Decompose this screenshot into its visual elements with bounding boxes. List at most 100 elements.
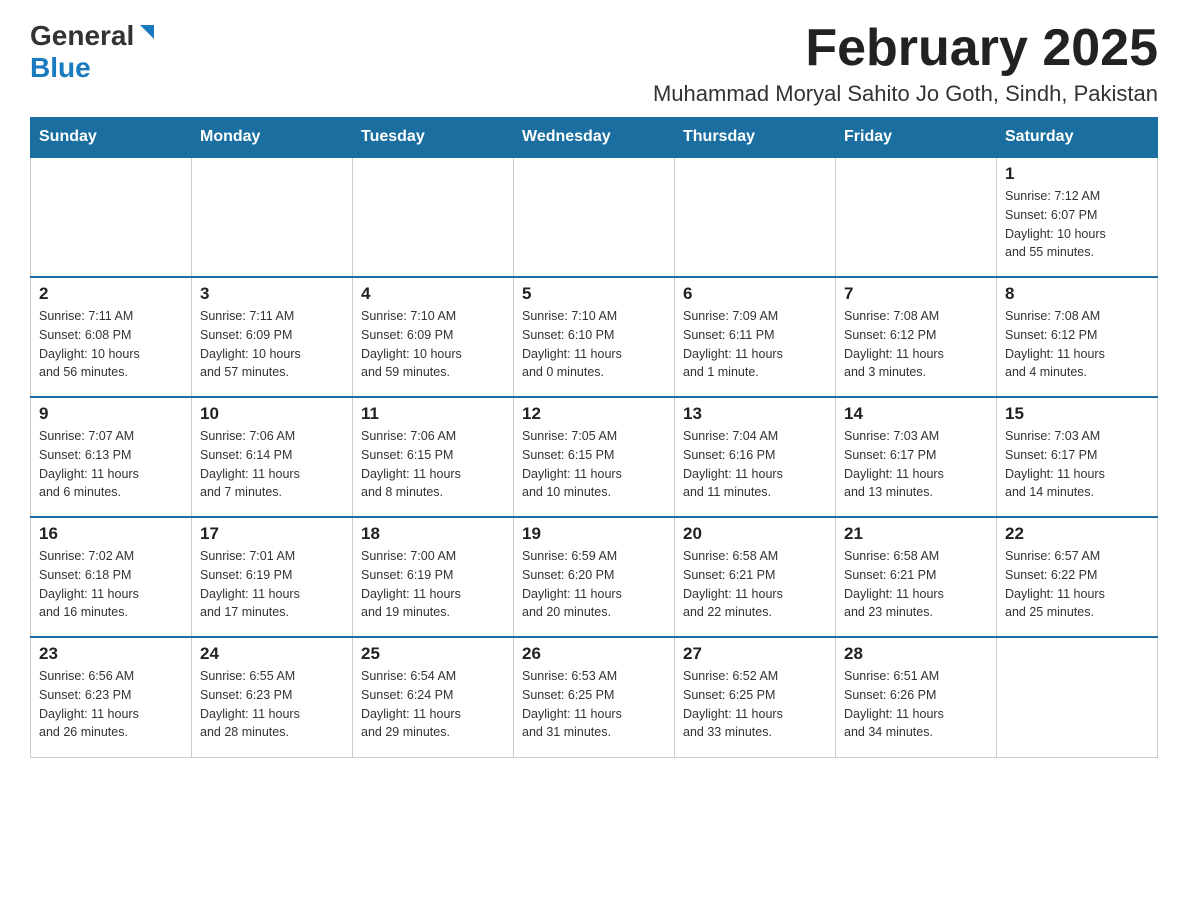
day-info: Sunrise: 7:05 AMSunset: 6:15 PMDaylight:… — [522, 427, 666, 502]
day-info: Sunrise: 7:10 AMSunset: 6:10 PMDaylight:… — [522, 307, 666, 382]
day-number: 11 — [361, 404, 505, 424]
day-info: Sunrise: 7:12 AMSunset: 6:07 PMDaylight:… — [1005, 187, 1149, 262]
day-info: Sunrise: 7:08 AMSunset: 6:12 PMDaylight:… — [1005, 307, 1149, 382]
calendar-cell: 19 Sunrise: 6:59 AMSunset: 6:20 PMDayligh… — [514, 517, 675, 637]
day-info: Sunrise: 7:09 AMSunset: 6:11 PMDaylight:… — [683, 307, 827, 382]
calendar-table: SundayMondayTuesdayWednesdayThursdayFrid… — [30, 117, 1158, 758]
day-info: Sunrise: 6:55 AMSunset: 6:23 PMDaylight:… — [200, 667, 344, 742]
day-number: 16 — [39, 524, 183, 544]
day-info: Sunrise: 7:11 AMSunset: 6:09 PMDaylight:… — [200, 307, 344, 382]
calendar-cell — [514, 157, 675, 277]
day-number: 20 — [683, 524, 827, 544]
calendar-cell — [353, 157, 514, 277]
day-info: Sunrise: 6:59 AMSunset: 6:20 PMDaylight:… — [522, 547, 666, 622]
location-title: Muhammad Moryal Sahito Jo Goth, Sindh, P… — [653, 81, 1158, 107]
calendar-cell: 9Sunrise: 7:07 AMSunset: 6:13 PMDaylight… — [31, 397, 192, 517]
day-number: 5 — [522, 284, 666, 304]
calendar-cell: 1 Sunrise: 7:12 AMSunset: 6:07 PMDaylight… — [997, 157, 1158, 277]
day-number: 19 — [522, 524, 666, 544]
day-number: 25 — [361, 644, 505, 664]
title-section: February 2025 Muhammad Moryal Sahito Jo … — [653, 20, 1158, 107]
calendar-week-1: 1 Sunrise: 7:12 AMSunset: 6:07 PMDaylight… — [31, 157, 1158, 277]
calendar-cell: 12 Sunrise: 7:05 AMSunset: 6:15 PMDayligh… — [514, 397, 675, 517]
day-info: Sunrise: 7:06 AMSunset: 6:15 PMDaylight:… — [361, 427, 505, 502]
day-info: Sunrise: 6:58 AMSunset: 6:21 PMDaylight:… — [683, 547, 827, 622]
day-number: 3 — [200, 284, 344, 304]
day-info: Sunrise: 7:00 AMSunset: 6:19 PMDaylight:… — [361, 547, 505, 622]
day-number: 24 — [200, 644, 344, 664]
logo-general-text: General — [30, 20, 134, 52]
calendar-cell: 3 Sunrise: 7:11 AMSunset: 6:09 PMDaylight… — [192, 277, 353, 397]
weekday-header-thursday: Thursday — [675, 118, 836, 158]
calendar-cell — [31, 157, 192, 277]
calendar-cell: 13 Sunrise: 7:04 AMSunset: 6:16 PMDayligh… — [675, 397, 836, 517]
day-info: Sunrise: 7:11 AMSunset: 6:08 PMDaylight:… — [39, 307, 183, 382]
logo-arrow-icon — [134, 21, 156, 48]
calendar-cell: 20 Sunrise: 6:58 AMSunset: 6:21 PMDayligh… — [675, 517, 836, 637]
calendar-cell: 4 Sunrise: 7:10 AMSunset: 6:09 PMDaylight… — [353, 277, 514, 397]
calendar-cell: 21 Sunrise: 6:58 AMSunset: 6:21 PMDayligh… — [836, 517, 997, 637]
weekday-header-saturday: Saturday — [997, 118, 1158, 158]
calendar-cell: 22Sunrise: 6:57 AMSunset: 6:22 PMDayligh… — [997, 517, 1158, 637]
day-info: Sunrise: 7:10 AMSunset: 6:09 PMDaylight:… — [361, 307, 505, 382]
calendar-cell: 8Sunrise: 7:08 AMSunset: 6:12 PMDaylight… — [997, 277, 1158, 397]
calendar-cell: 5 Sunrise: 7:10 AMSunset: 6:10 PMDaylight… — [514, 277, 675, 397]
day-number: 6 — [683, 284, 827, 304]
day-info: Sunrise: 7:08 AMSunset: 6:12 PMDaylight:… — [844, 307, 988, 382]
day-info: Sunrise: 7:02 AMSunset: 6:18 PMDaylight:… — [39, 547, 183, 622]
day-info: Sunrise: 6:56 AMSunset: 6:23 PMDaylight:… — [39, 667, 183, 742]
day-number: 21 — [844, 524, 988, 544]
logo-blue-text: Blue — [30, 52, 91, 83]
calendar-cell: 27 Sunrise: 6:52 AMSunset: 6:25 PMDayligh… — [675, 637, 836, 757]
weekday-header-friday: Friday — [836, 118, 997, 158]
calendar-cell: 14Sunrise: 7:03 AMSunset: 6:17 PMDayligh… — [836, 397, 997, 517]
day-number: 9 — [39, 404, 183, 424]
weekday-header-wednesday: Wednesday — [514, 118, 675, 158]
day-number: 12 — [522, 404, 666, 424]
calendar-cell: 6 Sunrise: 7:09 AMSunset: 6:11 PMDaylight… — [675, 277, 836, 397]
day-number: 15 — [1005, 404, 1149, 424]
calendar-cell — [192, 157, 353, 277]
day-number: 17 — [200, 524, 344, 544]
calendar-week-3: 9Sunrise: 7:07 AMSunset: 6:13 PMDaylight… — [31, 397, 1158, 517]
calendar-cell: 23Sunrise: 6:56 AMSunset: 6:23 PMDayligh… — [31, 637, 192, 757]
calendar-cell: 28 Sunrise: 6:51 AMSunset: 6:26 PMDayligh… — [836, 637, 997, 757]
calendar-cell: 7 Sunrise: 7:08 AMSunset: 6:12 PMDaylight… — [836, 277, 997, 397]
day-info: Sunrise: 6:51 AMSunset: 6:26 PMDaylight:… — [844, 667, 988, 742]
day-info: Sunrise: 6:58 AMSunset: 6:21 PMDaylight:… — [844, 547, 988, 622]
page-header: General Blue February 2025 Muhammad Mory… — [30, 20, 1158, 107]
calendar-cell: 2 Sunrise: 7:11 AMSunset: 6:08 PMDaylight… — [31, 277, 192, 397]
calendar-week-5: 23Sunrise: 6:56 AMSunset: 6:23 PMDayligh… — [31, 637, 1158, 757]
weekday-header-sunday: Sunday — [31, 118, 192, 158]
day-number: 7 — [844, 284, 988, 304]
day-info: Sunrise: 7:06 AMSunset: 6:14 PMDaylight:… — [200, 427, 344, 502]
calendar-cell: 24 Sunrise: 6:55 AMSunset: 6:23 PMDayligh… — [192, 637, 353, 757]
day-number: 14 — [844, 404, 988, 424]
calendar-cell: 15Sunrise: 7:03 AMSunset: 6:17 PMDayligh… — [997, 397, 1158, 517]
day-info: Sunrise: 6:57 AMSunset: 6:22 PMDaylight:… — [1005, 547, 1149, 622]
calendar-week-4: 16 Sunrise: 7:02 AMSunset: 6:18 PMDayligh… — [31, 517, 1158, 637]
calendar-cell: 25 Sunrise: 6:54 AMSunset: 6:24 PMDayligh… — [353, 637, 514, 757]
calendar-cell: 10Sunrise: 7:06 AMSunset: 6:14 PMDayligh… — [192, 397, 353, 517]
calendar-cell — [675, 157, 836, 277]
day-info: Sunrise: 7:04 AMSunset: 6:16 PMDaylight:… — [683, 427, 827, 502]
calendar-cell: 26 Sunrise: 6:53 AMSunset: 6:25 PMDayligh… — [514, 637, 675, 757]
day-info: Sunrise: 6:53 AMSunset: 6:25 PMDaylight:… — [522, 667, 666, 742]
day-info: Sunrise: 6:54 AMSunset: 6:24 PMDaylight:… — [361, 667, 505, 742]
day-number: 28 — [844, 644, 988, 664]
weekday-header-tuesday: Tuesday — [353, 118, 514, 158]
calendar-week-2: 2 Sunrise: 7:11 AMSunset: 6:08 PMDaylight… — [31, 277, 1158, 397]
day-number: 1 — [1005, 164, 1149, 184]
calendar-header-row: SundayMondayTuesdayWednesdayThursdayFrid… — [31, 118, 1158, 158]
day-info: Sunrise: 7:01 AMSunset: 6:19 PMDaylight:… — [200, 547, 344, 622]
month-title: February 2025 — [653, 20, 1158, 77]
day-number: 13 — [683, 404, 827, 424]
day-number: 2 — [39, 284, 183, 304]
day-number: 27 — [683, 644, 827, 664]
day-number: 4 — [361, 284, 505, 304]
weekday-header-monday: Monday — [192, 118, 353, 158]
day-number: 26 — [522, 644, 666, 664]
calendar-cell — [997, 637, 1158, 757]
calendar-cell: 16 Sunrise: 7:02 AMSunset: 6:18 PMDayligh… — [31, 517, 192, 637]
day-info: Sunrise: 6:52 AMSunset: 6:25 PMDaylight:… — [683, 667, 827, 742]
